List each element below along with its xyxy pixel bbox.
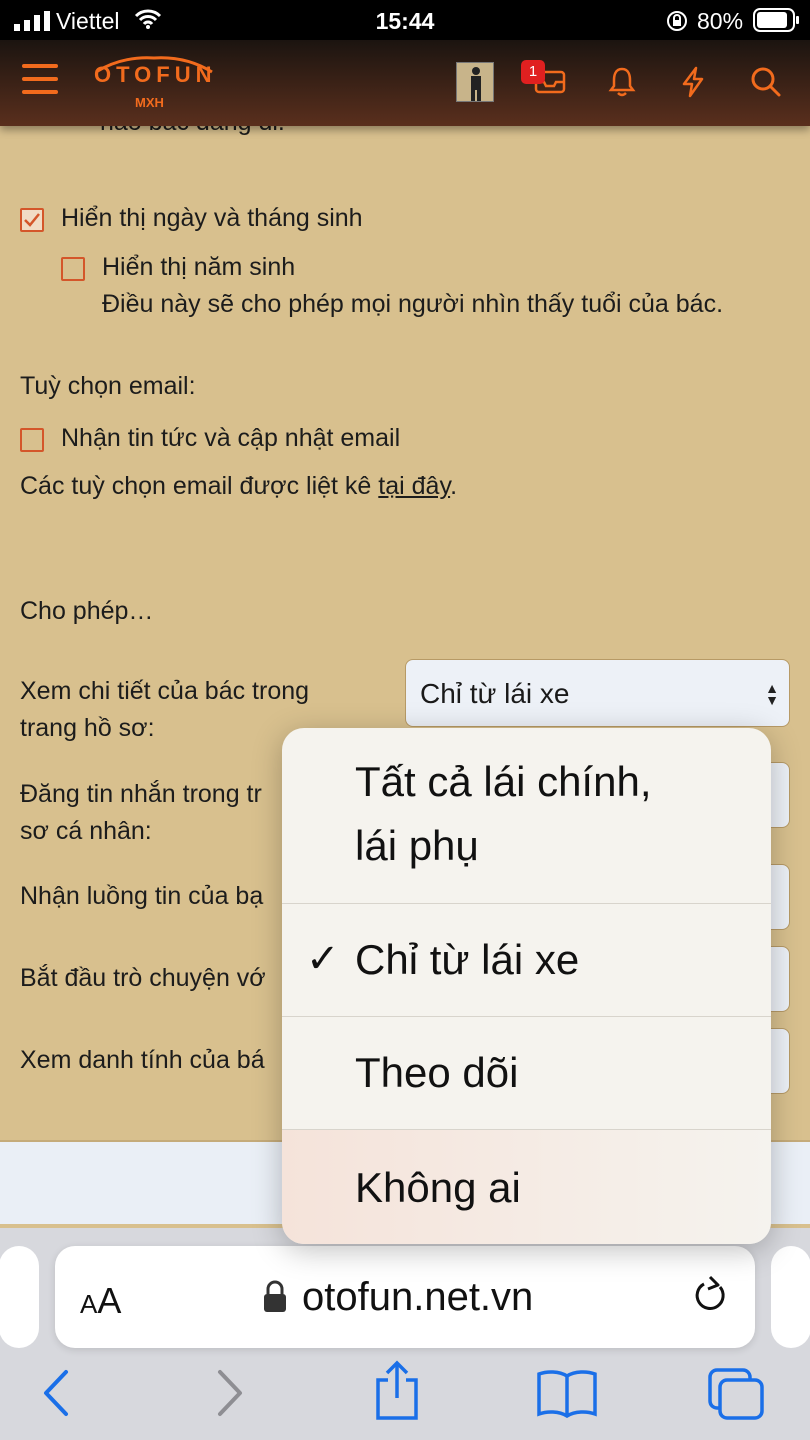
forward-icon[interactable] xyxy=(212,1368,248,1418)
privacy-row-label: Nhận luồng tin của bạ xyxy=(20,882,264,910)
profile-details-select[interactable]: Chỉ từ lái xe ▲ ▼ xyxy=(405,659,790,727)
period: . xyxy=(450,472,458,500)
app-header: OTOFUN MXH xyxy=(0,40,810,126)
text-size-button[interactable]: AA xyxy=(80,1280,121,1322)
select-arrows-icon: ▲ ▼ xyxy=(765,680,779,708)
status-bar: Viettel 15:44 80% xyxy=(0,0,810,40)
user-figure-icon xyxy=(471,67,481,101)
reload-icon[interactable] xyxy=(690,1273,730,1319)
clock: 15:44 xyxy=(375,8,435,34)
bookmarks-icon[interactable] xyxy=(536,1368,598,1418)
select-value: Chỉ từ lái xe xyxy=(420,678,570,709)
orientation-lock-icon xyxy=(667,11,687,31)
email-news-label[interactable]: Nhận tin tức và cập nhật email xyxy=(61,424,400,453)
option-label: Chỉ từ lái xe xyxy=(355,936,580,983)
email-options-heading: Tuỳ chọn email: xyxy=(20,372,196,400)
battery-percent: 80% xyxy=(697,8,744,34)
privacy-row-label: sơ cá nhân: xyxy=(20,817,152,845)
search-icon[interactable] xyxy=(750,66,782,98)
privacy-row-label: trang hồ sơ: xyxy=(20,714,155,742)
share-icon[interactable] xyxy=(372,1360,422,1422)
dropdown-option-selected[interactable]: ✓ Chỉ từ lái xe xyxy=(282,904,771,1017)
show-birthday-label[interactable]: Hiển thị ngày và tháng sinh xyxy=(61,204,363,233)
lock-icon xyxy=(264,1280,286,1312)
email-list-prefix: Các tuỳ chọn email được liệt kê xyxy=(20,472,372,500)
option-label: Theo dõi xyxy=(355,1049,519,1096)
dropdown-option[interactable]: Tất cả lái chính, lái phụ xyxy=(282,728,771,904)
birth-year-checkbox[interactable] xyxy=(61,257,85,281)
avatar[interactable] xyxy=(456,62,494,102)
birth-year-help: Điều này sẽ cho phép mọi người nhìn thấy… xyxy=(102,290,724,318)
notification-badge: 1 xyxy=(521,60,545,84)
email-list-text: Các tuỳ chọn email được liệt kê tại đây. xyxy=(20,472,457,501)
tabs-icon[interactable] xyxy=(706,1366,766,1422)
next-tab-card[interactable] xyxy=(771,1246,810,1348)
bell-icon[interactable] xyxy=(608,66,636,98)
previous-tab-card[interactable] xyxy=(0,1246,39,1348)
url-text[interactable]: otofun.net.vn xyxy=(302,1275,533,1320)
privacy-row-label: Xem danh tính của bá xyxy=(20,1046,265,1074)
show-birth-year-label[interactable]: Hiển thị năm sinh xyxy=(102,253,295,282)
aa-small: A xyxy=(80,1289,98,1319)
back-icon[interactable] xyxy=(38,1368,74,1418)
option-label: Không ai xyxy=(355,1164,521,1211)
aa-big: A xyxy=(97,1280,122,1321)
menu-icon[interactable] xyxy=(22,62,60,96)
logo-subtitle: MXH xyxy=(135,95,164,110)
dropdown-option[interactable]: Theo dõi xyxy=(282,1017,771,1130)
privacy-row-label: Xem chi tiết của bác trong xyxy=(20,677,310,705)
battery-icon xyxy=(753,8,799,32)
option-label: Tất cả lái chính, xyxy=(355,758,652,805)
select-dropdown-menu: Tất cả lái chính, lái phụ ✓ Chỉ từ lái x… xyxy=(282,728,771,1244)
checkmark-icon xyxy=(24,213,40,227)
birthday-checkbox[interactable] xyxy=(20,208,44,232)
logo-text[interactable]: OTOFUN xyxy=(94,62,216,88)
dropdown-option[interactable]: Không ai xyxy=(282,1130,771,1244)
checkmark-icon: ✓ xyxy=(306,937,340,981)
privacy-row-label: Đăng tin nhắn trong tr xyxy=(20,780,262,808)
option-label: lái phụ xyxy=(355,822,479,869)
privacy-row-label: Bắt đầu trò chuyện vớ xyxy=(20,964,266,992)
email-options-link[interactable]: tại đây xyxy=(378,472,450,500)
email-news-checkbox[interactable] xyxy=(20,428,44,452)
lightning-icon[interactable] xyxy=(680,66,706,98)
allow-heading: Cho phép… xyxy=(20,597,154,625)
